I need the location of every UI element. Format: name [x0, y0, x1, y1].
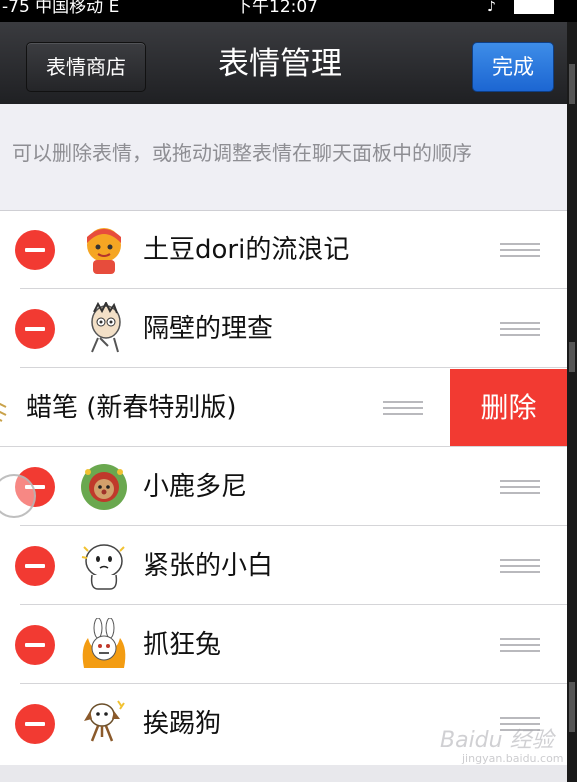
potato-girl-sticker-icon	[87, 228, 121, 274]
sticker-name: 抓狂兔	[143, 630, 222, 660]
kicked-dog-sticker-icon	[84, 700, 125, 742]
reorder-handle-icon[interactable]	[500, 243, 540, 257]
reorder-handle-icon[interactable]	[500, 480, 540, 494]
screen-edge-strip	[567, 22, 577, 782]
sticker-name: 土豆dori的流浪记	[143, 235, 350, 265]
deer-sticker-icon	[81, 464, 127, 510]
list-footer	[0, 765, 567, 782]
list-item[interactable]: 隔壁的理查	[0, 290, 567, 368]
list-item[interactable]: 紧张的小白	[0, 527, 567, 605]
list-item[interactable]: 小鹿多尼	[0, 448, 567, 526]
page-title: 表情管理	[218, 46, 342, 82]
remove-sticker-button[interactable]	[15, 546, 55, 586]
sticker-name: 挨踢狗	[143, 709, 222, 739]
sticker-name: 隔壁的理查	[143, 314, 274, 344]
list-item-swiped[interactable]: 蜡笔 (新春特别版) 删除	[0, 369, 567, 447]
watermark-text: Baidu 经验	[440, 728, 554, 753]
delete-sticker-button[interactable]: 删除	[450, 369, 567, 447]
remove-sticker-button[interactable]	[15, 230, 55, 270]
navigation-bar: 表情商店 表情管理 完成	[0, 22, 567, 104]
sticker-list: 土豆dori的流浪记 隔壁的理查 蜡笔 (新春特别版) 删除 小鹿多尼 紧张的小…	[0, 210, 567, 766]
white-ghost-sticker-icon	[81, 544, 125, 590]
status-time: 下午12:07	[235, 0, 318, 17]
instruction-text: 可以删除表情，或拖动调整表情在聊天面板中的顺序	[12, 141, 472, 165]
list-item[interactable]: 抓狂兔	[0, 606, 567, 684]
sticker-name: 小鹿多尼	[143, 472, 248, 502]
carrier-label: -75 中国移动 E	[2, 0, 120, 17]
remove-sticker-button[interactable]	[15, 309, 55, 349]
remove-sticker-button[interactable]	[15, 625, 55, 665]
reorder-handle-icon[interactable]	[500, 638, 540, 652]
richard-sticker-icon	[91, 302, 121, 353]
remove-sticker-button[interactable]	[15, 704, 55, 744]
crayon-sticker-icon	[0, 402, 7, 422]
status-bar: -75 中国移动 E 下午12:07 ♪	[0, 0, 577, 22]
done-button[interactable]: 完成	[472, 42, 554, 92]
reorder-handle-icon[interactable]	[500, 559, 540, 573]
back-button-label: 表情商店	[46, 55, 126, 79]
battery-icon	[514, 0, 554, 14]
crazy-rabbit-sticker-icon	[82, 618, 126, 668]
music-note-icon: ♪	[487, 0, 496, 15]
sticker-name: 紧张的小白	[143, 551, 274, 581]
reorder-handle-icon[interactable]	[383, 401, 423, 415]
sticker-name: 蜡笔 (新春特别版)	[26, 393, 237, 423]
list-item[interactable]: 土豆dori的流浪记	[0, 211, 567, 289]
back-to-sticker-store-button[interactable]: 表情商店	[8, 42, 146, 92]
watermark-url: jingyan.baidu.com	[462, 752, 564, 765]
reorder-handle-icon[interactable]	[500, 322, 540, 336]
